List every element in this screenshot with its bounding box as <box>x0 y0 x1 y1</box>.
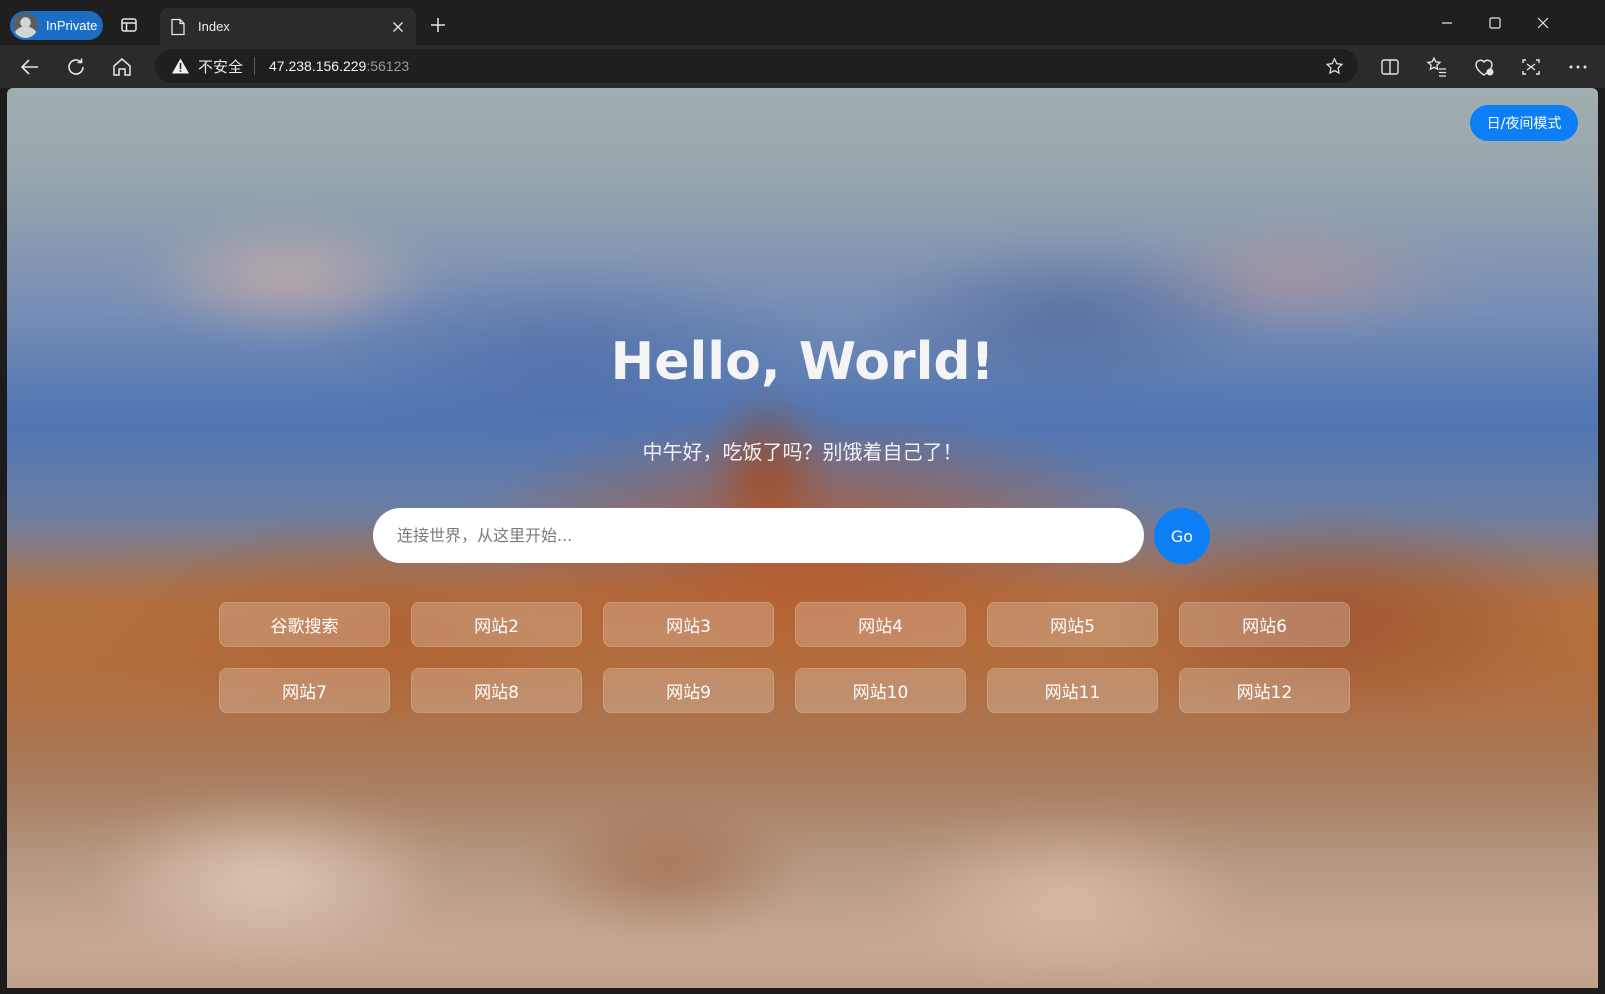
browser-essentials-icon[interactable] <box>1472 55 1496 79</box>
site-link-4[interactable]: 网站4 <box>795 602 966 647</box>
inprivate-label: InPrivate <box>46 18 98 33</box>
page-viewport: 日/夜间模式 Hello, World! 中午好，吃饭了吗？别饿着自己了！ Go… <box>7 88 1598 988</box>
tab-index[interactable]: Index <box>160 8 416 45</box>
new-tab-icon[interactable] <box>428 15 448 35</box>
refresh-icon[interactable] <box>64 55 88 79</box>
site-links-grid: 谷歌搜索 网站2 网站3 网站4 网站5 网站6 网站7 网站8 网站9 网站1… <box>219 602 1350 713</box>
page-title: Hello, World! <box>610 332 995 392</box>
close-window-icon[interactable] <box>1532 12 1554 34</box>
search-input[interactable] <box>373 508 1144 563</box>
close-tab-icon[interactable] <box>390 19 406 35</box>
home-icon[interactable] <box>110 55 134 79</box>
greeting-text: 中午好，吃饭了吗？别饿着自己了！ <box>642 440 963 464</box>
site-link-6[interactable]: 网站6 <box>1179 602 1350 647</box>
inprivate-profile-button[interactable]: InPrivate <box>10 11 103 40</box>
favorite-star-icon[interactable] <box>1325 57 1344 76</box>
split-screen-icon[interactable] <box>1378 55 1402 79</box>
site-link-9[interactable]: 网站9 <box>603 668 774 713</box>
insecure-label[interactable]: 不安全 <box>198 56 243 77</box>
minimize-icon[interactable] <box>1436 12 1458 34</box>
back-arrow-icon[interactable] <box>18 55 42 79</box>
url-port: :56123 <box>366 58 410 74</box>
site-link-google-search[interactable]: 谷歌搜索 <box>219 602 390 647</box>
profile-avatar-icon <box>13 13 38 38</box>
tab-actions-icon[interactable] <box>119 15 139 35</box>
site-link-11[interactable]: 网站11 <box>987 668 1158 713</box>
browser-toolbar: 不安全 47.238.156.229 :56123 <box>0 45 1605 88</box>
warning-icon[interactable] <box>171 57 190 75</box>
site-link-3[interactable]: 网站3 <box>603 602 774 647</box>
tab-title: Index <box>198 19 230 34</box>
screenshot-icon[interactable] <box>1519 55 1543 79</box>
favorites-icon[interactable] <box>1425 55 1449 79</box>
page-icon <box>171 18 185 35</box>
day-night-toggle-button[interactable]: 日/夜间模式 <box>1470 105 1578 141</box>
site-link-2[interactable]: 网站2 <box>411 602 582 647</box>
maximize-icon[interactable] <box>1484 12 1506 34</box>
site-link-7[interactable]: 网站7 <box>219 668 390 713</box>
browser-titlebar: InPrivate Index <box>0 0 1605 45</box>
address-bar[interactable]: 不安全 47.238.156.229 :56123 <box>155 49 1358 83</box>
site-link-8[interactable]: 网站8 <box>411 668 582 713</box>
site-link-10[interactable]: 网站10 <box>795 668 966 713</box>
url-host: 47.238.156.229 <box>269 58 367 74</box>
go-button[interactable]: Go <box>1154 508 1210 564</box>
site-link-12[interactable]: 网站12 <box>1179 668 1350 713</box>
address-divider <box>254 57 256 75</box>
more-options-icon[interactable] <box>1566 55 1590 79</box>
site-link-5[interactable]: 网站5 <box>987 602 1158 647</box>
